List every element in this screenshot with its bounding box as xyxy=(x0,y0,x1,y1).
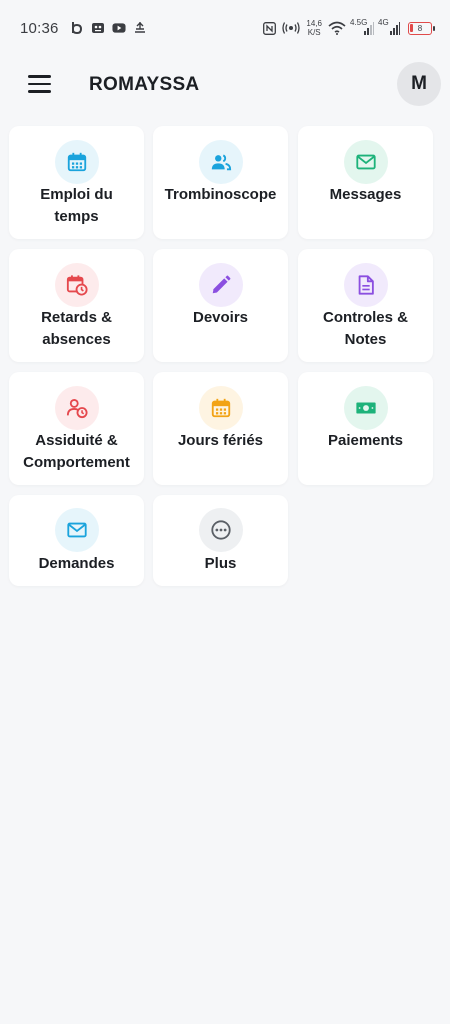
tile-label: Devoirs xyxy=(157,307,284,329)
tile-label: Messages xyxy=(302,184,429,206)
tile-label-line: temps xyxy=(54,208,99,225)
calendar-icon xyxy=(211,398,230,418)
tile-label: Paiements xyxy=(302,430,429,452)
calendar-icon xyxy=(67,152,86,172)
pencil-icon xyxy=(212,275,230,294)
tile-label-line: Assiduité & xyxy=(35,432,118,449)
network-speed-unit: K/S xyxy=(307,28,321,37)
tile-retards-absences[interactable]: Retards & absences xyxy=(9,249,144,362)
tile-icon-circle xyxy=(343,263,388,307)
avatar-app-icon xyxy=(91,21,105,35)
tile-label-line: Paiements xyxy=(327,432,404,449)
tile-controles-notes[interactable]: Controles & Notes xyxy=(298,249,433,362)
tile-label-line: Plus xyxy=(204,555,237,572)
clock: 10:36 xyxy=(20,19,59,37)
tile-label-line: Controles & xyxy=(322,309,408,326)
tile-jours-feries[interactable]: Jours fériés xyxy=(153,372,288,485)
tile-icon-circle xyxy=(198,263,243,307)
tile-label-line: Trombinoscope xyxy=(164,186,277,203)
b-app-icon xyxy=(70,21,84,35)
tile-icon-circle xyxy=(54,386,99,430)
app-bar: ROMAYSSA M xyxy=(0,62,450,108)
sim2-label: 4G xyxy=(378,18,389,27)
nfc-icon xyxy=(262,21,276,35)
tile-emploi-du-temps[interactable]: Emploi du temps xyxy=(9,126,144,239)
app-title: ROMAYSSA xyxy=(89,74,200,95)
tile-label-line: Notes xyxy=(344,331,387,348)
hamburger-menu-icon[interactable] xyxy=(28,75,52,93)
battery-level: 8 xyxy=(417,23,423,33)
tile-trombinoscope[interactable]: Trombinoscope xyxy=(153,126,288,239)
status-bar-right: 14,6 K/S 4.5G 4G 8 xyxy=(262,18,435,37)
status-bar: 10:36 14,6 K/S 4.5G 4G 8 xyxy=(0,0,450,56)
money-icon xyxy=(355,402,376,414)
tile-label: Emploi du temps xyxy=(13,184,140,228)
tile-paiements[interactable]: Paiements xyxy=(298,372,433,485)
mail-icon xyxy=(66,522,87,538)
network-speed: 14,6 K/S xyxy=(306,19,322,37)
status-bar-left: 10:36 xyxy=(20,20,147,37)
avatar[interactable]: M xyxy=(397,62,441,106)
tile-label-line: Messages xyxy=(329,186,402,203)
tile-devoirs[interactable]: Devoirs xyxy=(153,249,288,362)
hotspot-icon xyxy=(282,21,301,35)
tile-icon-circle xyxy=(198,140,243,184)
tile-assiduite-comportement[interactable]: Assiduité & Comportement xyxy=(9,372,144,485)
tile-label: Controles & Notes xyxy=(302,307,429,351)
people-icon xyxy=(211,154,231,171)
tile-label: Jours fériés xyxy=(157,430,284,452)
tile-label: Assiduité & Comportement xyxy=(13,430,140,474)
calendar-clock-icon xyxy=(66,275,88,296)
tile-icon-circle xyxy=(343,386,388,430)
tile-messages[interactable]: Messages xyxy=(298,126,433,239)
tile-label: Retards & absences xyxy=(13,307,140,351)
weather-icon xyxy=(133,21,147,35)
battery-icon: 8 xyxy=(408,21,435,35)
tile-icon-circle xyxy=(54,263,99,307)
more-icon xyxy=(210,520,231,540)
tile-label-line: Retards & xyxy=(41,309,112,326)
tile-icon-circle xyxy=(54,508,99,552)
sim1-label: 4.5G xyxy=(350,18,368,27)
signal-sim1: 4.5G xyxy=(350,18,374,35)
wifi-icon xyxy=(328,21,346,35)
tile-label-line: Jours fériés xyxy=(177,432,264,449)
person-clock-icon xyxy=(66,399,88,419)
tile-label: Plus xyxy=(157,553,284,575)
tile-icon-circle xyxy=(198,386,243,430)
tile-icon-circle xyxy=(343,140,388,184)
document-icon xyxy=(358,275,374,295)
tile-icon-circle xyxy=(198,508,243,552)
tile-label: Demandes xyxy=(13,553,140,575)
tile-label-line: Devoirs xyxy=(192,309,249,326)
tile-icon-circle xyxy=(54,140,99,184)
tile-demandes[interactable]: Demandes xyxy=(9,495,144,586)
signal-sim2: 4G xyxy=(378,18,400,35)
tile-plus[interactable]: Plus xyxy=(153,495,288,586)
youtube-icon xyxy=(112,21,126,35)
mail-icon xyxy=(355,154,376,170)
tile-label-line: absences xyxy=(42,331,111,348)
network-speed-value: 14,6 xyxy=(306,19,322,28)
tile-label-line: Comportement xyxy=(23,454,130,471)
tile-label: Trombinoscope xyxy=(157,184,284,206)
tile-label-line: Emploi du xyxy=(40,186,113,203)
tile-label-line: Demandes xyxy=(38,555,115,572)
